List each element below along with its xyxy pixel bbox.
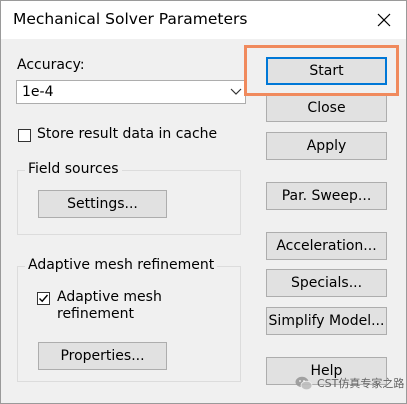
wechat-icon: [295, 376, 313, 390]
acceleration-button[interactable]: Acceleration...: [266, 232, 387, 260]
watermark: CST仿真专家之路: [295, 375, 404, 391]
close-window-button[interactable]: [370, 6, 398, 34]
accuracy-select[interactable]: 1e-4: [16, 80, 246, 104]
chevron-down-icon: [230, 88, 242, 95]
accuracy-value: 1e-4: [22, 84, 54, 100]
close-icon: [377, 13, 391, 27]
adaptive-mesh-label-line2: refinement: [57, 306, 134, 322]
apply-button[interactable]: Apply: [266, 132, 387, 160]
adaptive-mesh-title: Adaptive mesh refinement: [25, 257, 218, 273]
accuracy-label: Accuracy:: [17, 57, 85, 73]
close-button[interactable]: Close: [266, 94, 387, 122]
adaptive-mesh-checkbox[interactable]: [37, 292, 50, 305]
window-title: Mechanical Solver Parameters: [13, 10, 248, 28]
store-cache-checkbox[interactable]: [18, 129, 31, 142]
settings-button[interactable]: Settings...: [38, 190, 167, 218]
adaptive-mesh-label-line1: Adaptive mesh: [57, 289, 162, 305]
checkmark-icon: [39, 294, 49, 303]
solver-parameters-dialog: Mechanical Solver Parameters Accuracy: 1…: [0, 0, 407, 404]
watermark-text: CST仿真专家之路: [317, 377, 405, 390]
field-sources-title: Field sources: [25, 161, 122, 177]
start-button[interactable]: Start: [266, 57, 387, 85]
par-sweep-button[interactable]: Par. Sweep...: [266, 182, 387, 210]
title-bar: Mechanical Solver Parameters: [1, 1, 406, 39]
simplify-model-button[interactable]: Simplify Model...: [266, 307, 387, 335]
store-cache-label: Store result data in cache: [37, 126, 218, 142]
properties-button[interactable]: Properties...: [38, 342, 167, 370]
specials-button[interactable]: Specials...: [266, 269, 387, 297]
